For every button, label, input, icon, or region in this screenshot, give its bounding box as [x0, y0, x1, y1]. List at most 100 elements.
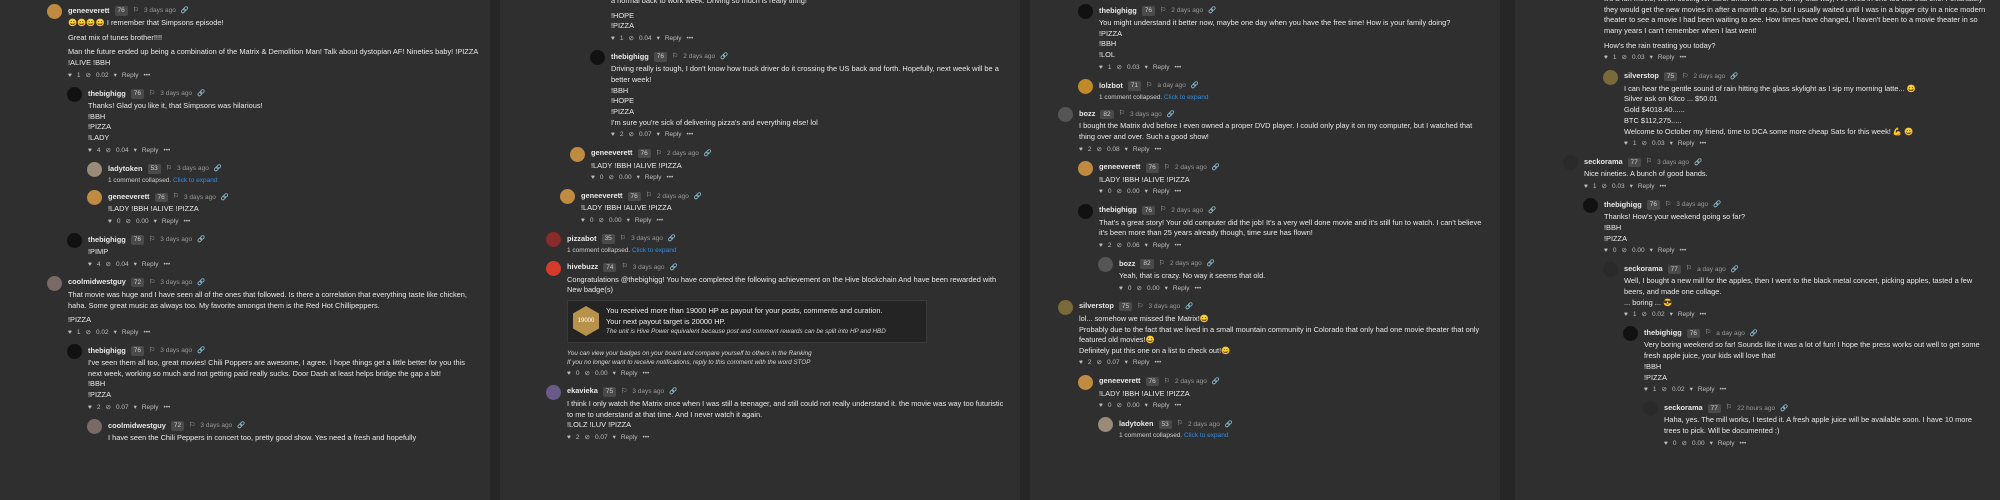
more-options-icon[interactable]: ••• — [1174, 241, 1181, 250]
timestamp[interactable]: 3 days ago — [177, 164, 209, 173]
payout-value[interactable]: 0.04 — [116, 260, 129, 269]
author-name[interactable]: geneeverett — [108, 192, 150, 203]
upvote-heart-icon[interactable]: ♥ — [1099, 187, 1103, 196]
vote-count[interactable]: 1 — [1613, 53, 1617, 62]
timestamp[interactable]: 3 days ago — [1676, 200, 1708, 209]
upvote-heart-icon[interactable]: ♥ — [1079, 145, 1083, 154]
upvote-heart-icon[interactable]: ♥ — [88, 403, 92, 412]
vote-count[interactable]: 4 — [97, 260, 101, 269]
more-options-icon[interactable]: ••• — [656, 216, 663, 225]
timestamp[interactable]: 2 days ago — [1175, 163, 1207, 172]
downvote-icon[interactable]: ⊘ — [85, 71, 90, 80]
vote-count[interactable]: 1 — [620, 34, 624, 43]
timestamp[interactable]: 3 days ago — [1657, 158, 1689, 167]
author-name[interactable]: coolmidwestguy — [68, 277, 126, 288]
more-options-icon[interactable]: ••• — [1154, 145, 1161, 154]
payout-caret-icon[interactable]: ▾ — [1650, 246, 1653, 255]
payout-caret-icon[interactable]: ▾ — [134, 146, 137, 155]
upvote-heart-icon[interactable]: ♥ — [581, 216, 585, 225]
vote-count[interactable]: 0 — [576, 369, 580, 378]
payout-caret-icon[interactable]: ▾ — [613, 369, 616, 378]
payout-caret-icon[interactable]: ▾ — [1690, 385, 1693, 394]
avatar[interactable] — [1563, 155, 1578, 171]
timestamp[interactable]: 2 days ago — [1171, 6, 1203, 15]
avatar[interactable] — [1078, 78, 1093, 94]
avatar[interactable] — [560, 189, 575, 205]
downvote-icon[interactable]: ⊘ — [1136, 284, 1141, 293]
avatar[interactable] — [1078, 203, 1093, 219]
permalink-icon[interactable]: 🔗 — [1713, 200, 1721, 209]
reply-button[interactable]: Reply — [162, 217, 179, 226]
vote-count[interactable]: 0 — [1673, 439, 1677, 448]
reply-button[interactable]: Reply — [1153, 401, 1170, 410]
author-name[interactable]: silverstop — [1079, 301, 1114, 312]
upvote-heart-icon[interactable]: ♥ — [1099, 401, 1103, 410]
downvote-icon[interactable]: ⊘ — [105, 403, 110, 412]
reply-button[interactable]: Reply — [1133, 358, 1150, 367]
payout-caret-icon[interactable]: ▾ — [1145, 241, 1148, 250]
timestamp[interactable]: 3 days ago — [631, 234, 663, 243]
vote-count[interactable]: 1 — [1108, 63, 1112, 72]
vote-count[interactable]: 1 — [1653, 385, 1657, 394]
downvote-icon[interactable]: ⊘ — [125, 217, 130, 226]
expand-link[interactable]: Click to expand — [1184, 432, 1228, 439]
permalink-icon[interactable]: 🔗 — [1208, 206, 1216, 215]
downvote-icon[interactable]: ⊘ — [1116, 241, 1121, 250]
expand-link[interactable]: Click to expand — [632, 247, 676, 254]
timestamp[interactable]: 2 days ago — [1188, 420, 1220, 429]
author-name[interactable]: seckorama — [1664, 403, 1703, 414]
permalink-icon[interactable]: 🔗 — [1207, 259, 1215, 268]
reply-button[interactable]: Reply — [1698, 385, 1715, 394]
permalink-icon[interactable]: 🔗 — [668, 234, 676, 243]
avatar[interactable] — [546, 260, 561, 276]
payout-caret-icon[interactable]: ▾ — [114, 71, 117, 80]
downvote-icon[interactable]: ⊘ — [1096, 358, 1101, 367]
permalink-icon[interactable]: 🔗 — [1694, 158, 1702, 167]
downvote-icon[interactable]: ⊘ — [1621, 53, 1626, 62]
downvote-icon[interactable]: ⊘ — [1096, 145, 1101, 154]
timestamp[interactable]: 2 days ago — [1175, 377, 1207, 386]
vote-count[interactable]: 1 — [1593, 182, 1597, 191]
avatar[interactable] — [546, 232, 561, 248]
upvote-heart-icon[interactable]: ♥ — [1604, 53, 1608, 62]
author-name[interactable]: seckorama — [1584, 157, 1623, 168]
payout-value[interactable]: 0.00 — [1692, 439, 1705, 448]
permalink-icon[interactable]: 🔗 — [670, 263, 678, 272]
timestamp[interactable]: 3 days ago — [144, 6, 176, 15]
payout-caret-icon[interactable]: ▾ — [1710, 439, 1713, 448]
author-name[interactable]: ladytoken — [1119, 419, 1154, 430]
permalink-icon[interactable]: 🔗 — [1750, 329, 1758, 338]
author-name[interactable]: geneeverett — [68, 6, 110, 17]
reply-button[interactable]: Reply — [1153, 241, 1170, 250]
reply-button[interactable]: Reply — [621, 433, 638, 442]
vote-count[interactable]: 0 — [117, 217, 121, 226]
upvote-heart-icon[interactable]: ♥ — [611, 34, 615, 43]
reply-button[interactable]: Reply — [1718, 439, 1735, 448]
permalink-icon[interactable]: 🔗 — [1167, 110, 1175, 119]
author-name[interactable]: thebighigg — [1644, 328, 1682, 339]
payout-caret-icon[interactable]: ▾ — [134, 403, 137, 412]
permalink-icon[interactable]: 🔗 — [1731, 265, 1739, 274]
downvote-icon[interactable]: ⊘ — [598, 216, 603, 225]
payout-caret-icon[interactable]: ▾ — [637, 173, 640, 182]
avatar[interactable] — [1058, 107, 1073, 123]
payout-value[interactable]: 0.00 — [1127, 187, 1140, 196]
permalink-icon[interactable]: 🔗 — [181, 6, 189, 15]
avatar[interactable] — [1078, 160, 1093, 176]
reply-button[interactable]: Reply — [1173, 284, 1190, 293]
upvote-heart-icon[interactable]: ♥ — [68, 71, 72, 80]
author-name[interactable]: pizzabot — [567, 234, 597, 245]
avatar[interactable] — [1078, 4, 1093, 19]
reply-button[interactable]: Reply — [122, 71, 139, 80]
vote-count[interactable]: 2 — [1088, 358, 1092, 367]
more-options-icon[interactable]: ••• — [1194, 284, 1201, 293]
more-options-icon[interactable]: ••• — [686, 130, 693, 139]
more-options-icon[interactable]: ••• — [163, 146, 170, 155]
payout-value[interactable]: 0.07 — [639, 130, 652, 139]
payout-value[interactable]: 0.00 — [619, 173, 632, 182]
payout-value[interactable]: 0.03 — [1632, 53, 1645, 62]
reply-button[interactable]: Reply — [645, 173, 662, 182]
permalink-icon[interactable]: 🔗 — [704, 149, 712, 158]
reply-button[interactable]: Reply — [142, 403, 159, 412]
downvote-icon[interactable]: ⊘ — [1116, 63, 1121, 72]
